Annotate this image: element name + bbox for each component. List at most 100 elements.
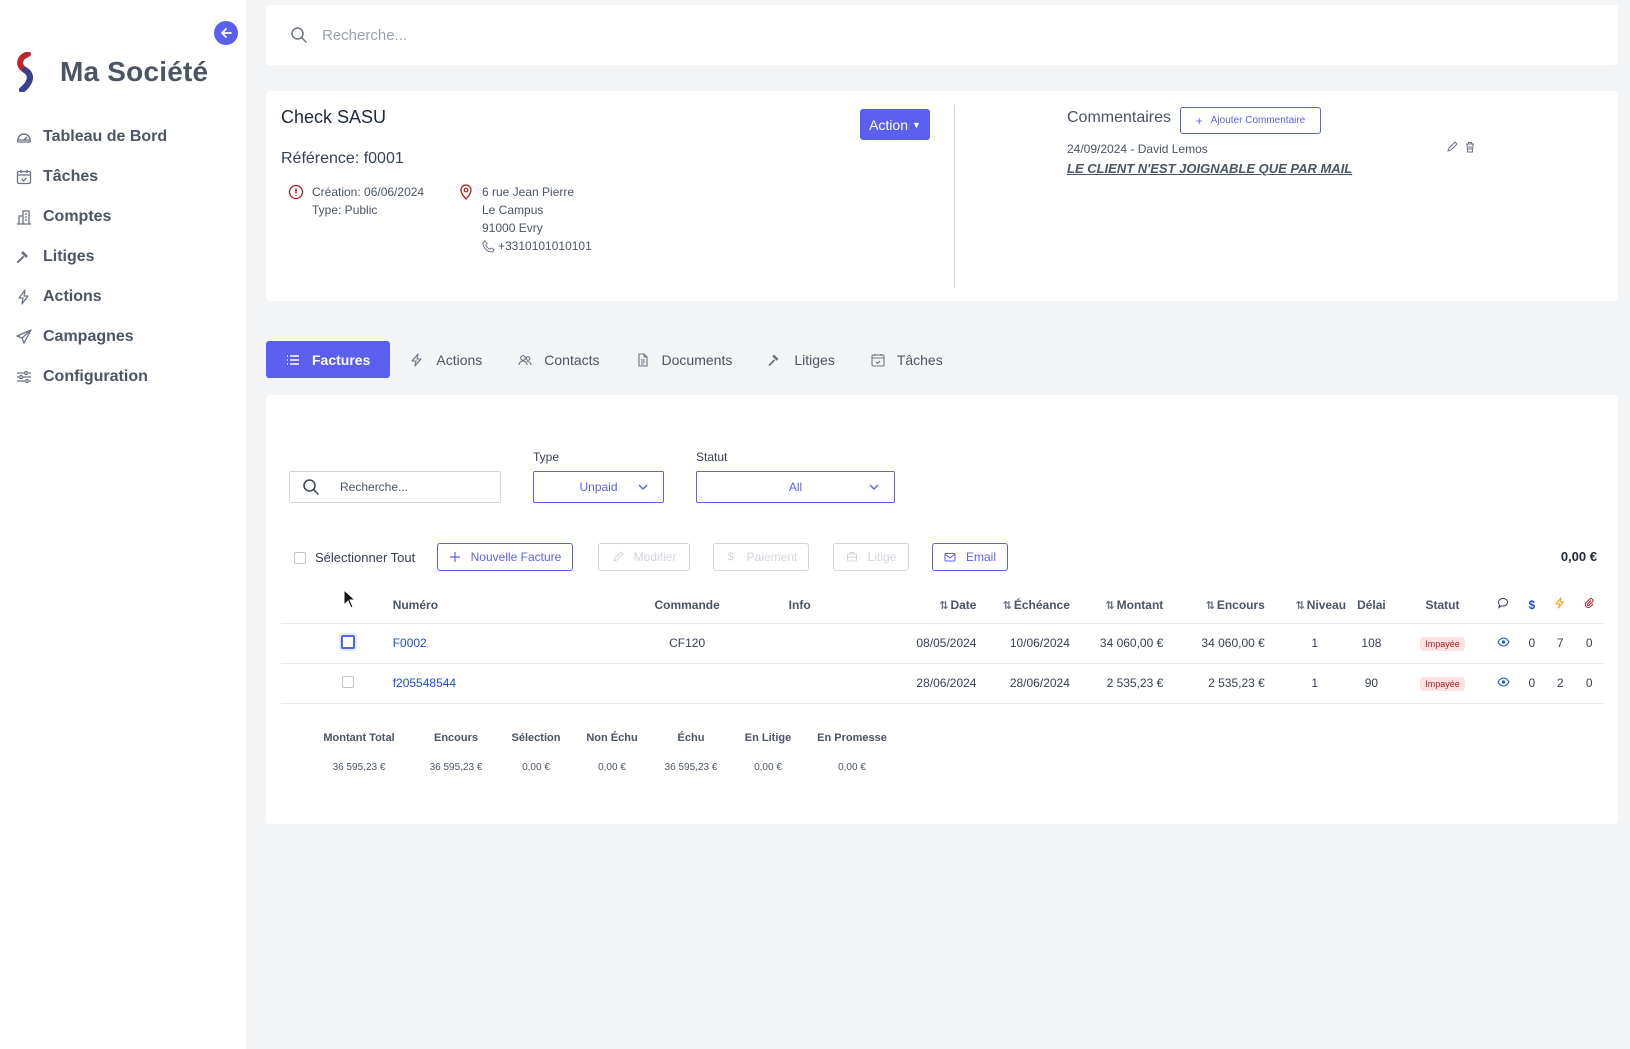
account-card: Check SASU Référence: f0001 Action ▼ Cré… — [266, 91, 1618, 301]
summary-label: Montant Total — [323, 732, 395, 744]
tab-label: Contacts — [544, 351, 600, 368]
bolt-icon — [410, 352, 424, 367]
sidebar-item-comptes[interactable]: Comptes — [15, 197, 167, 237]
cell-payments-count[interactable]: 7 — [1545, 623, 1576, 664]
col-date[interactable]: ⇅ Date — [880, 587, 977, 624]
col-encours[interactable]: ⇅ Encours — [1163, 587, 1265, 624]
invoice-link[interactable]: F0002 — [393, 636, 427, 650]
email-label: Email — [965, 550, 996, 564]
table-row[interactable]: f205548544 28/06/2024 28/06/2024 2 535,2… — [281, 663, 1603, 704]
type-filter-select[interactable]: Unpaid — [533, 471, 664, 503]
eye-icon[interactable] — [1497, 636, 1510, 650]
cell-view[interactable] — [1488, 623, 1519, 664]
cell-info — [788, 663, 881, 704]
col-statut[interactable]: Statut — [1396, 587, 1489, 624]
new-invoice-button[interactable]: Nouvelle Facture — [437, 543, 573, 571]
summary-montant-total: Montant Total 36 595,23 € — [310, 732, 408, 773]
select-all-checkbox[interactable] — [294, 551, 306, 564]
cell-delai: 90 — [1346, 663, 1397, 704]
col-echeance[interactable]: ⇅ Échéance — [976, 587, 1070, 624]
phone-number[interactable]: +3310101010101 — [498, 237, 592, 255]
sidebar-item-taches[interactable]: Tâches — [15, 157, 167, 197]
building-icon — [15, 208, 33, 226]
select-all[interactable]: Sélectionner Tout — [294, 550, 415, 565]
caret-down-icon: ▼ — [912, 119, 921, 130]
sidebar-item-label: Tâches — [43, 168, 99, 185]
sort-icon: ⇅ — [1105, 599, 1115, 612]
tab-litiges[interactable]: Litiges — [752, 341, 850, 378]
table-row[interactable]: F0002 CF120 08/05/2024 10/06/2024 34 060… — [281, 623, 1603, 664]
cell-numero[interactable]: F0002 — [392, 623, 586, 664]
cell-montant: 2 535,23 € — [1069, 663, 1164, 704]
comment-text: LE CLIENT N'EST JOIGNABLE QUE PAR MAIL — [1067, 161, 1353, 176]
bolt-icon — [15, 288, 33, 306]
sidebar-item-actions[interactable]: Actions — [15, 277, 167, 317]
global-search-input[interactable] — [322, 26, 1222, 44]
cell-attachments-count[interactable]: 0 — [1575, 623, 1603, 664]
info-icon — [288, 184, 304, 200]
cell-encours: 34 060,00 € — [1163, 623, 1265, 664]
account-reference: Référence: f0001 — [281, 150, 404, 167]
col-numero[interactable]: Numéro — [392, 587, 586, 624]
status-filter-select[interactable]: All — [696, 471, 895, 503]
cell-attachments-count[interactable]: 0 — [1575, 663, 1603, 704]
sidebar-item-litiges[interactable]: Litiges — [15, 237, 167, 277]
modify-button[interactable]: Modifier — [598, 543, 690, 571]
sidebar-item-label: Actions — [43, 288, 102, 305]
summary-label: En Litige — [744, 732, 792, 744]
paperclip-icon — [1583, 597, 1595, 609]
col-delai[interactable]: Délai — [1346, 587, 1397, 624]
summary-value: 0,00 € — [522, 762, 550, 773]
eye-icon[interactable] — [1497, 676, 1510, 690]
collapse-sidebar-button[interactable] — [214, 21, 238, 45]
col-commande[interactable]: Commande — [585, 587, 789, 624]
invoice-toolbar: Sélectionner Tout Nouvelle Facture Modif… — [289, 543, 1597, 573]
row-checkbox[interactable] — [340, 634, 355, 649]
row-checkbox[interactable] — [341, 675, 354, 688]
type-filter-value: Unpaid — [579, 480, 618, 494]
col-niveau[interactable]: ⇅ Niveau — [1264, 587, 1347, 624]
cell-echeance: 28/06/2024 — [976, 663, 1070, 704]
brand[interactable]: Ma Société — [14, 52, 208, 92]
cell-niveau: 1 — [1264, 663, 1347, 704]
col-montant[interactable]: ⇅ Montant — [1069, 587, 1164, 624]
account-address: 6 rue Jean Pierre Le Campus 91000 Evry +… — [458, 183, 592, 255]
invoice-link[interactable]: f205548544 — [393, 676, 456, 690]
payment-button[interactable]: $ Paiement — [713, 543, 809, 571]
email-button[interactable]: Email — [932, 543, 1008, 571]
summary-echu: Échu 36 595,23 € — [656, 732, 726, 773]
tab-contacts[interactable]: Contacts — [502, 341, 615, 378]
row-select[interactable] — [281, 663, 393, 704]
add-comment-button[interactable]: + Ajouter Commentaire — [1180, 107, 1321, 134]
invoice-search-input[interactable] — [340, 480, 490, 494]
mail-icon — [944, 551, 956, 563]
tab-factures[interactable]: Factures — [266, 341, 391, 378]
table-header-row: Numéro Commande Info ⇅ Date ⇅ Échéance ⇅ Mo… — [281, 587, 1603, 624]
cell-comments-count[interactable]: 0 — [1518, 623, 1546, 664]
calendar-check-icon — [15, 168, 33, 186]
sidebar-item-campagnes[interactable]: Campagnes — [15, 317, 167, 357]
global-search-bar — [266, 5, 1618, 65]
action-dropdown-button[interactable]: Action ▼ — [860, 109, 930, 140]
trash-icon[interactable] — [1464, 141, 1476, 153]
tab-taches[interactable]: Tâches — [855, 341, 959, 378]
sidebar-item-tableau-de-bord[interactable]: Tableau de Bord — [15, 117, 167, 157]
cell-numero[interactable]: f205548544 — [392, 663, 586, 704]
row-select[interactable] — [281, 623, 393, 664]
tab-actions[interactable]: Actions — [394, 341, 498, 378]
sidebar-item-configuration[interactable]: Configuration — [15, 357, 167, 397]
edit-icon[interactable] — [1446, 141, 1458, 153]
col-info[interactable]: Info — [788, 587, 881, 624]
tab-documents[interactable]: Documents — [620, 341, 749, 378]
dispute-button[interactable]: Litige — [833, 543, 909, 571]
cell-comments-count[interactable]: 0 — [1518, 663, 1546, 704]
cell-view[interactable] — [1488, 663, 1519, 704]
tab-label: Actions — [436, 351, 483, 368]
arrow-left-icon — [221, 28, 232, 38]
select-all-label: Sélectionner Tout — [315, 550, 416, 565]
col-encours-label: Encours — [1216, 597, 1265, 612]
tab-label: Factures — [312, 351, 371, 368]
calendar-check-icon — [871, 353, 885, 367]
cell-payments-count[interactable]: 2 — [1545, 663, 1576, 704]
comment-icon — [1497, 597, 1509, 610]
